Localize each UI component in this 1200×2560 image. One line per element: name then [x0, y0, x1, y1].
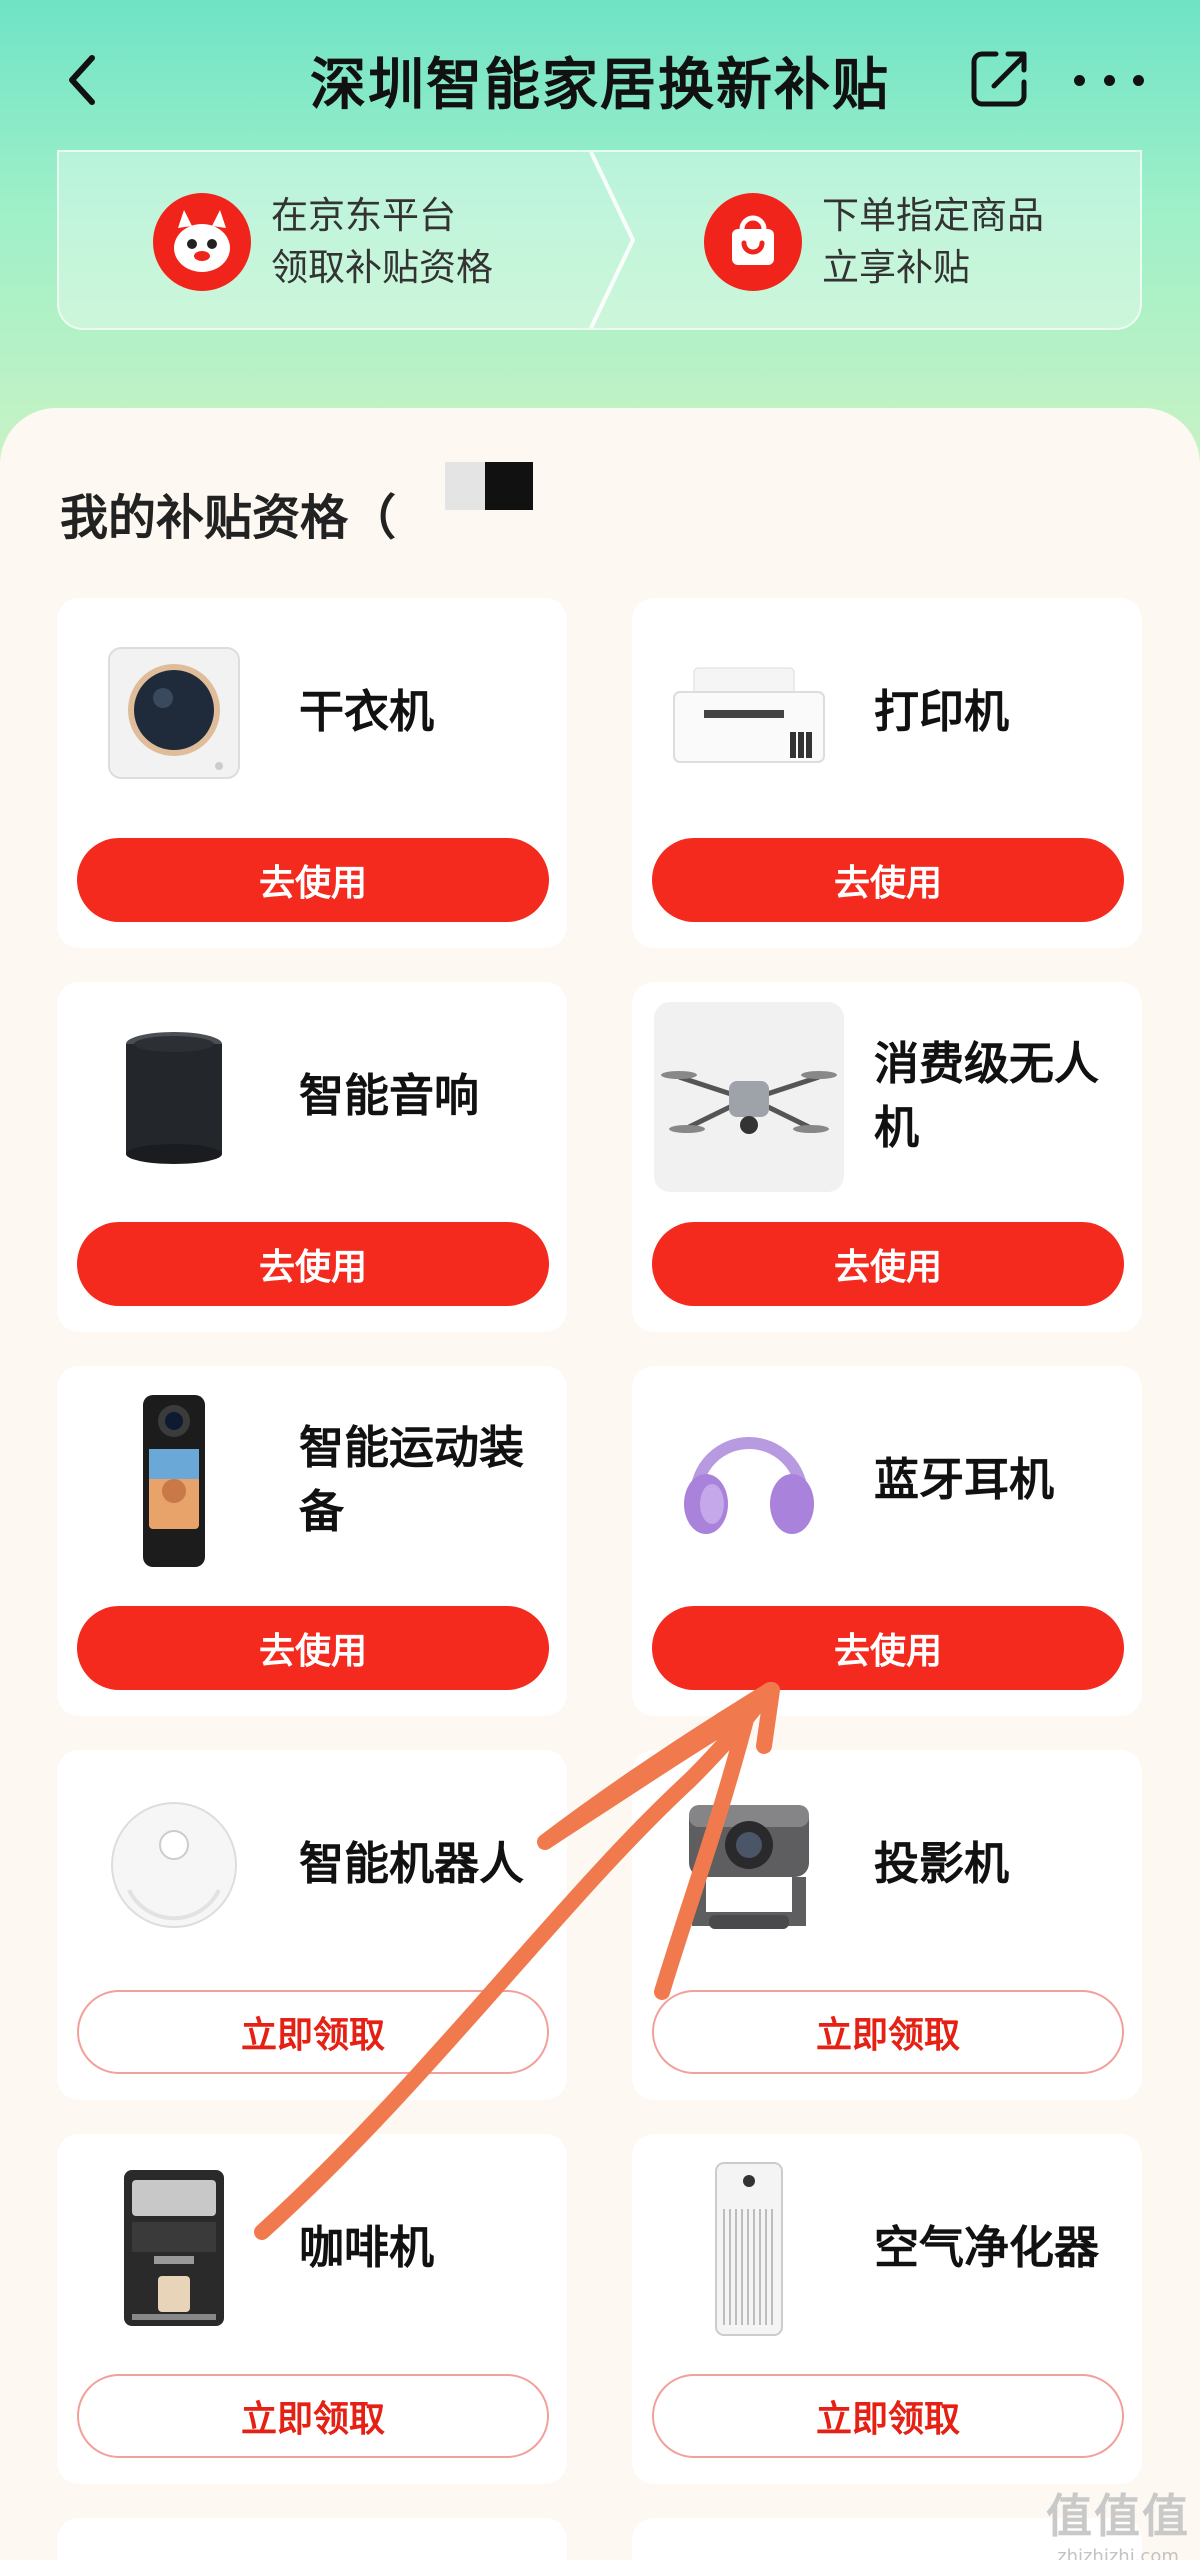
product-name: 智能机器人 — [299, 1837, 525, 1890]
subsidy-card: 消费级无人机 去使用 — [632, 982, 1142, 1332]
subsidy-card: 智能机器人 立即领取 — [57, 1750, 567, 2100]
claim-subsidy-button[interactable]: 立即领取 — [652, 1990, 1124, 2074]
subsidy-card: 打印机 去使用 — [632, 598, 1142, 948]
product-name: 消费级无人机 — [874, 1037, 1100, 1154]
watermark: 值值值 zhizhizhi.com — [1046, 2480, 1190, 2560]
watermark-logo: 值值值 — [1046, 2489, 1190, 2543]
product-name: 智能音响 — [299, 1069, 480, 1122]
product-name: 智能运动装备 — [299, 1421, 525, 1538]
step-claim-eligibility: 在京东平台 领取补贴资格 — [153, 172, 493, 312]
product-name: 干衣机 — [299, 685, 435, 738]
subsidy-steps-banner: 在京东平台 领取补贴资格 下单指定商品 立享补贴 — [57, 150, 1142, 330]
step-2-line-1: 下单指定商品 — [822, 194, 1044, 237]
top-navigation-bar: 深圳智能家居换新补贴 — [0, 0, 1200, 160]
action-camera-image — [79, 1386, 269, 1576]
subsidy-card: 智能运动装备 去使用 — [57, 1366, 567, 1716]
use-subsidy-button[interactable]: 去使用 — [652, 1222, 1124, 1306]
printer-image — [654, 618, 844, 808]
product-name: 空气净化器 — [874, 2221, 1100, 2274]
step-2-line-2: 立享补贴 — [822, 246, 970, 289]
claim-subsidy-button[interactable]: 立即领取 — [652, 2374, 1124, 2458]
subsidy-card: 蓝牙耳机 去使用 — [632, 1366, 1142, 1716]
step-buy-products: 下单指定商品 立享补贴 — [704, 172, 1044, 312]
coffee-machine-image — [79, 2154, 269, 2344]
use-subsidy-button[interactable]: 去使用 — [652, 838, 1124, 922]
claim-subsidy-button[interactable]: 立即领取 — [77, 2374, 549, 2458]
use-subsidy-button[interactable]: 去使用 — [77, 1606, 549, 1690]
share-button[interactable] — [968, 46, 1032, 110]
headphones-image — [654, 1386, 844, 1576]
subsidy-card: 投影机 立即领取 — [632, 1750, 1142, 2100]
product-name: 投影机 — [874, 1837, 1010, 1890]
chevron-right-icon — [589, 152, 636, 328]
shopping-bag-icon — [704, 193, 802, 291]
redaction-block — [485, 462, 533, 510]
more-options-button[interactable] — [1074, 50, 1144, 110]
product-name: 咖啡机 — [299, 2221, 435, 2274]
use-subsidy-button[interactable]: 去使用 — [77, 1222, 549, 1306]
subsidy-card: 空气净化器 立即领取 — [632, 2134, 1142, 2484]
drone-image — [654, 1002, 844, 1192]
claim-subsidy-button[interactable]: 立即领取 — [77, 1990, 549, 2074]
subsidy-card: 智能音响 去使用 — [57, 982, 567, 1332]
step-1-line-1: 在京东平台 — [271, 194, 456, 237]
step-1-line-2: 领取补贴资格 — [271, 246, 493, 289]
smart-speaker-image — [79, 1002, 269, 1192]
use-subsidy-button[interactable]: 去使用 — [652, 1606, 1124, 1690]
more-dot-icon — [1074, 74, 1085, 86]
jd-mascot-icon — [153, 193, 251, 291]
subsidy-card: 咖啡机 立即领取 — [57, 2134, 567, 2484]
use-subsidy-button[interactable]: 去使用 — [77, 838, 549, 922]
redaction-block — [445, 462, 485, 510]
product-name: 蓝牙耳机 — [874, 1453, 1055, 1506]
projector-image — [654, 1770, 844, 1960]
share-icon — [971, 51, 1027, 107]
robot-vacuum-image — [79, 1770, 269, 1960]
air-purifier-image — [654, 2154, 844, 2344]
more-dot-icon — [1133, 74, 1144, 86]
product-name: 打印机 — [874, 685, 1010, 738]
more-dot-icon — [1103, 74, 1115, 86]
subsidy-card: 干衣机 去使用 — [57, 598, 567, 948]
watermark-url: zhizhizhi.com — [1057, 2546, 1179, 2560]
subsidy-card-partial — [57, 2518, 567, 2560]
section-title: 我的补贴资格（ — [60, 490, 397, 546]
dryer-image — [79, 618, 269, 808]
